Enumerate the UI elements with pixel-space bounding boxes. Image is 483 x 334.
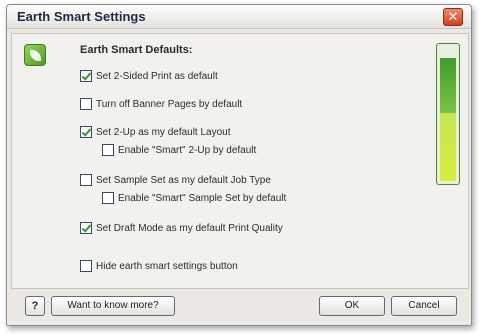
option-smart-2-up[interactable]: Enable "Smart" 2-Up by default [102, 144, 256, 156]
meter-track [440, 47, 456, 181]
checkbox-sample-set-job-type[interactable] [80, 174, 92, 186]
option-label: Enable "Smart" 2-Up by default [118, 144, 257, 156]
help-button[interactable]: ? [25, 296, 45, 316]
option-banner-pages[interactable]: Turn off Banner Pages by default [80, 98, 242, 110]
option-draft-mode[interactable]: Set Draft Mode as my default Print Quali… [80, 222, 283, 234]
dialog-title: Earth Smart Settings [17, 9, 146, 24]
option-label: Turn off Banner Pages by default [96, 98, 243, 110]
option-2-sided-print[interactable]: Set 2-Sided Print as default [80, 70, 218, 82]
button-bar: ? Want to know more? OK Cancel [7, 292, 471, 322]
title-bar[interactable]: Earth Smart Settings ✕ [7, 5, 471, 29]
option-label: Set 2-Sided Print as default [96, 70, 218, 82]
earth-smart-settings-dialog: Earth Smart Settings ✕ Earth Smart Defau… [6, 4, 472, 326]
checkbox-draft-mode[interactable] [80, 222, 92, 234]
meter-fill [440, 57, 456, 181]
want-to-know-more-button[interactable]: Want to know more? [51, 296, 175, 316]
option-label: Set Draft Mode as my default Print Quali… [96, 222, 283, 234]
earth-smart-meter [436, 43, 460, 185]
option-smart-sample-set[interactable]: Enable "Smart" Sample Set by default [102, 192, 286, 204]
checkbox-2-sided-print[interactable] [80, 70, 92, 82]
cancel-button[interactable]: Cancel [391, 296, 457, 316]
checkbox-smart-2-up[interactable] [102, 144, 114, 156]
close-button[interactable]: ✕ [443, 8, 463, 26]
settings-panel: Earth Smart Defaults: Set 2-Sided Print … [11, 33, 469, 289]
checkbox-smart-sample-set[interactable] [102, 192, 114, 204]
earth-smart-leaf-icon [24, 44, 46, 66]
section-heading: Earth Smart Defaults: [80, 44, 193, 56]
option-hide-settings-button[interactable]: Hide earth smart settings button [80, 260, 238, 272]
checkbox-banner-pages[interactable] [80, 98, 92, 110]
option-sample-set-job-type[interactable]: Set Sample Set as my default Job Type [80, 174, 271, 186]
option-2-up-layout[interactable]: Set 2-Up as my default Layout [80, 126, 231, 138]
option-label: Enable "Smart" Sample Set by default [118, 192, 287, 204]
checkbox-2-up-layout[interactable] [80, 126, 92, 138]
checkbox-hide-settings-button[interactable] [80, 260, 92, 272]
option-label: Hide earth smart settings button [96, 260, 238, 272]
ok-button[interactable]: OK [319, 296, 385, 316]
option-label: Set Sample Set as my default Job Type [96, 174, 271, 186]
option-label: Set 2-Up as my default Layout [96, 126, 231, 138]
